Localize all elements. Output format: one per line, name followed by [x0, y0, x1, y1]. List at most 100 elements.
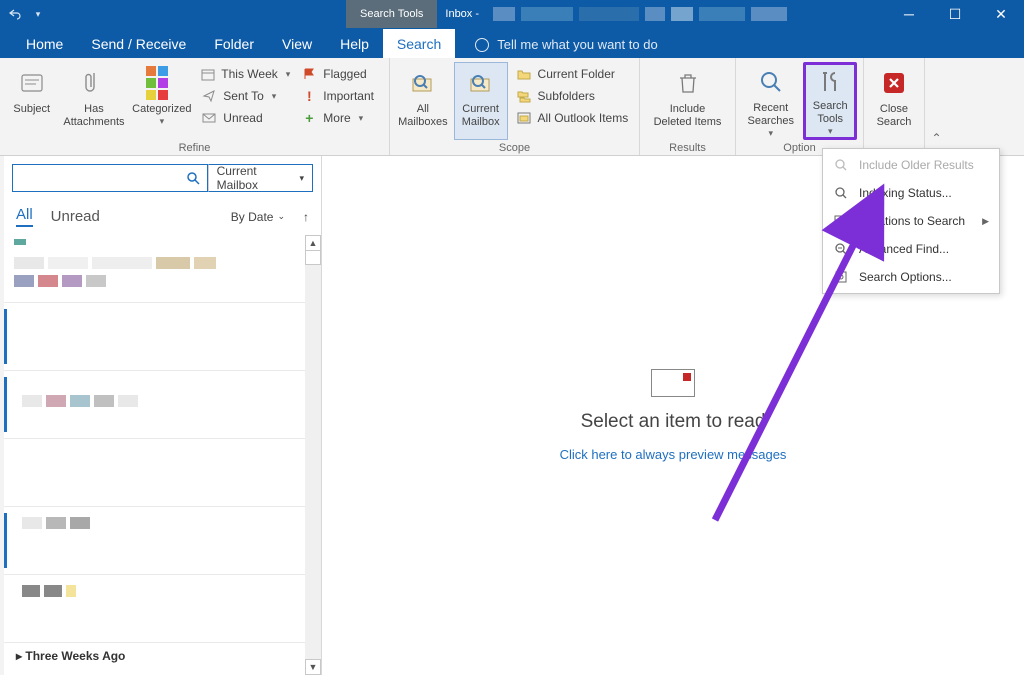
current-mailbox-button[interactable]: Current Mailbox [454, 62, 508, 140]
tab-view[interactable]: View [268, 29, 326, 58]
flagged-button[interactable]: Flagged [297, 64, 383, 84]
chevron-down-icon: ▾ [272, 91, 277, 102]
envelope-icon [651, 369, 695, 397]
folder-icon [516, 66, 532, 82]
subject-button[interactable]: Subject [6, 62, 58, 140]
chevron-down-icon: ▾ [828, 126, 833, 137]
group-options: Recent Searches▾ Search Tools▾ Option [736, 58, 864, 155]
sent-to-button[interactable]: Sent To▾ [197, 86, 293, 106]
tell-me-box[interactable]: Tell me what you want to do [475, 37, 657, 58]
attachment-icon [78, 67, 110, 99]
all-outlook-items-button[interactable]: All Outlook Items [512, 108, 633, 128]
menu-indexing-status[interactable]: Indexing Status... [823, 179, 999, 207]
list-item[interactable] [4, 575, 321, 643]
tools-icon [814, 69, 846, 96]
scrollbar[interactable]: ▲ ▼ [305, 235, 321, 675]
chevron-down-icon: ▾ [359, 113, 364, 124]
sort-direction[interactable]: ↑ [303, 210, 309, 224]
filter-unread[interactable]: Unread [51, 208, 100, 225]
group-label-scope: Scope [396, 140, 633, 156]
tab-folder[interactable]: Folder [200, 29, 268, 58]
subfolders-button[interactable]: Subfolders [512, 86, 633, 106]
chevron-down-icon: ▾ [299, 173, 304, 184]
has-attachments-button[interactable]: Has Attachments [62, 62, 127, 140]
magnifier-envelope-icon [465, 67, 497, 99]
list-item[interactable] [4, 303, 321, 371]
filter-all[interactable]: All [16, 206, 33, 227]
scroll-up[interactable]: ▲ [305, 235, 321, 251]
recent-searches-button[interactable]: Recent Searches▾ [742, 62, 799, 140]
title-bar: ▾ Search Tools Inbox - ─ ☐ ✕ [0, 0, 1024, 28]
list-item[interactable] [4, 439, 321, 507]
include-deleted-button[interactable]: Include Deleted Items [646, 62, 729, 140]
magnifier-icon [833, 185, 849, 201]
menu-search-options[interactable]: Search Options... [823, 263, 999, 291]
chevron-down-icon: ⌄ [277, 211, 285, 222]
message-list: ▸ Three Weeks Ago ▲ ▼ [4, 235, 321, 675]
more-button[interactable]: +More▾ [297, 108, 383, 128]
menu-locations-to-search[interactable]: Locations to Search ▶ [823, 207, 999, 235]
this-week-button[interactable]: This Week▾ [197, 64, 293, 84]
qat-dropdown-icon[interactable]: ▾ [30, 6, 46, 22]
magnifier-icon [755, 67, 787, 98]
categorized-button[interactable]: Categorized ▾ [130, 62, 193, 140]
group-refine: Subject Has Attachments Categorized ▾ Th… [0, 58, 390, 155]
maximize-button[interactable]: ☐ [932, 0, 978, 28]
group-results: Include Deleted Items Results [640, 58, 736, 155]
tab-help[interactable]: Help [326, 29, 383, 58]
ribbon-collapse[interactable]: ⌃ [924, 58, 948, 155]
sent-to-icon [201, 88, 217, 104]
list-item[interactable] [4, 507, 321, 575]
list-item[interactable] [4, 235, 321, 303]
preview-link[interactable]: Click here to always preview messages [560, 447, 787, 462]
important-button[interactable]: !Important [297, 86, 383, 106]
plus-icon: + [301, 110, 317, 126]
window-controls: ─ ☐ ✕ [886, 0, 1024, 28]
list-item[interactable] [4, 371, 321, 439]
group-label-refine: Refine [6, 140, 383, 156]
quick-access-toolbar: ▾ [0, 6, 46, 22]
message-list-pane: Current Mailbox▾ All Unread By Date⌄ ↑ [4, 156, 322, 675]
sort-by-date[interactable]: By Date⌄ [231, 210, 285, 224]
group-close: Close Search [864, 58, 924, 155]
search-input[interactable] [12, 164, 180, 192]
search-tools-button[interactable]: Search Tools▾ [803, 62, 857, 140]
search-go-button[interactable] [180, 164, 208, 192]
chevron-down-icon: ▾ [286, 69, 291, 80]
all-mailboxes-button[interactable]: All Mailboxes [396, 62, 450, 140]
tab-send-receive[interactable]: Send / Receive [77, 29, 200, 58]
tell-me-label: Tell me what you want to do [497, 37, 657, 52]
ribbon: Subject Has Attachments Categorized ▾ Th… [0, 58, 1024, 156]
scroll-thumb[interactable] [305, 251, 321, 265]
bulb-icon [475, 38, 489, 52]
tab-search[interactable]: Search [383, 29, 455, 58]
close-search-button[interactable]: Close Search [870, 62, 918, 140]
search-scope-dropdown[interactable]: Current Mailbox▾ [208, 164, 313, 192]
subfolders-icon [516, 88, 532, 104]
undo-icon[interactable] [6, 6, 22, 22]
window-title: Inbox - [437, 8, 487, 20]
flag-icon [301, 66, 317, 82]
advanced-find-icon [833, 241, 849, 257]
chevron-right-icon: ▶ [982, 216, 989, 227]
scroll-down[interactable]: ▼ [305, 659, 321, 675]
group-scope: All Mailboxes Current Mailbox Current Fo… [390, 58, 640, 155]
envelope-icon [201, 110, 217, 126]
title-redacted [493, 7, 787, 21]
minimize-button[interactable]: ─ [886, 0, 932, 28]
list-group-header[interactable]: ▸ Three Weeks Ago [4, 643, 321, 663]
current-folder-button[interactable]: Current Folder [512, 64, 633, 84]
preview-title: Select an item to read [581, 411, 766, 433]
search-tools-menu: Include Older Results Indexing Status...… [822, 148, 1000, 294]
menu-advanced-find[interactable]: Advanced Find... [823, 235, 999, 263]
menu-include-older: Include Older Results [823, 151, 999, 179]
subject-icon [16, 67, 48, 99]
chevron-down-icon: ▾ [768, 128, 773, 139]
tab-home[interactable]: Home [12, 29, 77, 58]
close-window-button[interactable]: ✕ [978, 0, 1024, 28]
important-icon: ! [301, 88, 317, 104]
trash-icon [672, 67, 704, 99]
close-icon [878, 67, 910, 99]
unread-button[interactable]: Unread [197, 108, 293, 128]
outlook-items-icon [516, 110, 532, 126]
